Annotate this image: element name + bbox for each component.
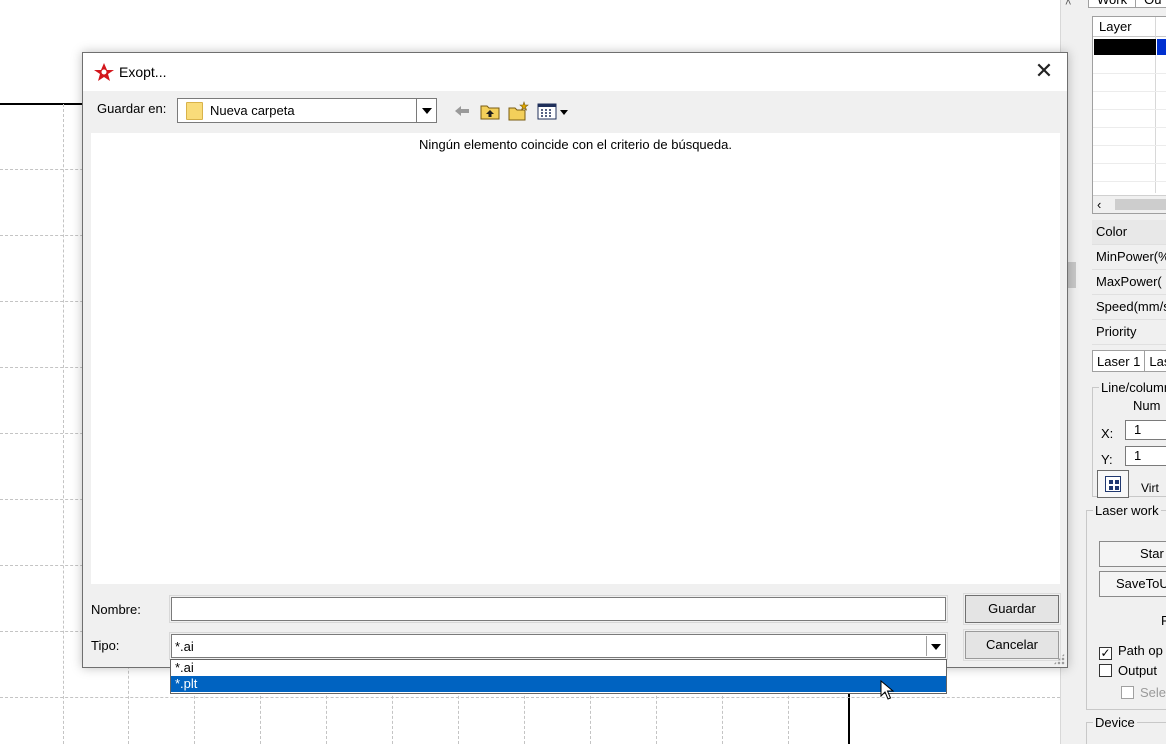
save-to-udisk-button[interactable]: SaveToU xyxy=(1099,571,1166,597)
tab-work[interactable]: Work xyxy=(1088,0,1137,8)
row-divider xyxy=(1093,73,1166,74)
select-checkbox[interactable]: Sele xyxy=(1121,685,1166,700)
close-icon: ✕ xyxy=(1034,59,1054,84)
property-min-power: MinPower(% xyxy=(1092,245,1166,270)
y-count-input[interactable]: 1 xyxy=(1125,446,1166,466)
row-divider xyxy=(1093,127,1166,128)
path-optimize-checkbox[interactable]: ✓ Path op xyxy=(1099,643,1163,660)
num-label: Num xyxy=(1133,398,1161,413)
back-arrow-icon[interactable] xyxy=(451,101,473,121)
chevron-down-icon[interactable] xyxy=(416,99,436,122)
device-legend: Device xyxy=(1093,715,1137,730)
checkbox-box xyxy=(1099,664,1112,677)
y-label: Y: xyxy=(1101,452,1113,467)
panel-tabs: Work Ou xyxy=(1088,0,1166,8)
right-panel: Work Ou Layer ‹ Color MinPower(% MaxPowe… xyxy=(1082,0,1166,744)
tab-laser-2[interactable]: Las xyxy=(1144,350,1166,372)
grid-line xyxy=(63,104,64,744)
file-type-value: *.ai xyxy=(175,639,194,654)
property-color: Color xyxy=(1092,220,1166,245)
empty-message: Ningún elemento coincide con el criterio… xyxy=(419,137,732,152)
scrollbar-thumb[interactable] xyxy=(1067,262,1076,288)
checkbox-box xyxy=(1121,686,1134,699)
scrollbar-thumb[interactable] xyxy=(1115,199,1166,210)
tab-laser-1[interactable]: Laser 1 xyxy=(1092,350,1146,372)
row-divider xyxy=(1093,91,1166,92)
start-button[interactable]: Star xyxy=(1099,541,1166,567)
type-label: Tipo: xyxy=(91,638,120,653)
virtual-label: Virt xyxy=(1141,481,1159,495)
property-speed: Speed(mm/s xyxy=(1092,295,1166,320)
export-dialog: Exopt... ✕ Guardar en: Nueva carpeta Nin… xyxy=(82,52,1068,668)
name-label: Nombre: xyxy=(91,602,141,617)
layer-horizontal-scrollbar[interactable]: ‹ xyxy=(1093,195,1166,213)
dialog-title-bar[interactable]: Exopt... ✕ xyxy=(83,53,1067,91)
folder-icon xyxy=(186,102,203,120)
grid-array-icon xyxy=(1105,476,1121,492)
grid-line xyxy=(0,697,1060,698)
file-type-dropdown[interactable]: *.ai *.plt xyxy=(170,659,947,694)
select-label: Sele xyxy=(1140,685,1166,700)
laser-tabs: Laser 1 Las xyxy=(1092,350,1166,372)
app-logo-icon xyxy=(94,63,114,81)
line-column-legend: Line/column xyxy=(1099,380,1166,395)
scroll-left-icon[interactable]: ‹ xyxy=(1097,196,1101,214)
layer-row-swatch[interactable] xyxy=(1157,39,1166,55)
output-checkbox[interactable]: Output xyxy=(1099,663,1157,678)
dialog-title: Exopt... xyxy=(119,64,167,80)
view-menu-icon[interactable] xyxy=(537,101,571,121)
row-divider xyxy=(1093,181,1166,182)
file-list[interactable]: Ningún elemento coincide con el criterio… xyxy=(91,133,1060,584)
file-type-select[interactable]: *.ai xyxy=(169,632,948,660)
x-count-input[interactable]: 1 xyxy=(1125,420,1166,440)
scroll-up-icon[interactable]: ˄ xyxy=(1065,0,1071,9)
layer-row-color[interactable] xyxy=(1094,39,1156,55)
property-max-power: MaxPower( xyxy=(1092,270,1166,295)
device-group: Device xyxy=(1086,715,1166,744)
output-label: Output xyxy=(1118,663,1158,678)
file-type-option-ai[interactable]: *.ai xyxy=(171,660,946,676)
row-divider xyxy=(1093,109,1166,110)
property-priority: Priority xyxy=(1092,320,1166,345)
folder-select[interactable]: Nueva carpeta xyxy=(177,98,437,123)
laser-work-legend: Laser work xyxy=(1093,503,1161,518)
canvas-border-top xyxy=(0,103,82,105)
check-icon: ✓ xyxy=(1099,646,1112,660)
p-label: P xyxy=(1161,613,1166,628)
cancel-button[interactable]: Cancelar xyxy=(963,629,1061,661)
folder-name: Nueva carpeta xyxy=(210,103,295,118)
layer-table[interactable]: Layer ‹ xyxy=(1092,16,1166,214)
save-button[interactable]: Guardar xyxy=(963,593,1061,625)
up-folder-icon[interactable] xyxy=(479,101,501,121)
chevron-down-icon[interactable] xyxy=(926,636,944,656)
path-optimize-label: Path op xyxy=(1118,643,1163,658)
tab-output[interactable]: Ou xyxy=(1135,0,1166,8)
file-name-input[interactable] xyxy=(169,595,948,623)
layer-properties: Color MinPower(% MaxPower( Speed(mm/s Pr… xyxy=(1092,220,1166,345)
new-folder-icon[interactable] xyxy=(507,101,529,121)
x-label: X: xyxy=(1101,426,1114,441)
mouse-pointer-icon xyxy=(880,680,895,700)
row-divider xyxy=(1093,145,1166,146)
laser-work-group: Laser work Star SaveToU P ✓ Path op Outpu… xyxy=(1086,503,1166,710)
row-divider xyxy=(1093,163,1166,164)
line-column-group: Line/column Num X: 1 Y: 1 Virt xyxy=(1092,380,1166,498)
array-button[interactable] xyxy=(1097,470,1129,498)
save-in-label: Guardar en: xyxy=(97,101,167,116)
close-button[interactable]: ✕ xyxy=(1021,53,1067,91)
file-type-option-plt[interactable]: *.plt xyxy=(171,676,946,692)
